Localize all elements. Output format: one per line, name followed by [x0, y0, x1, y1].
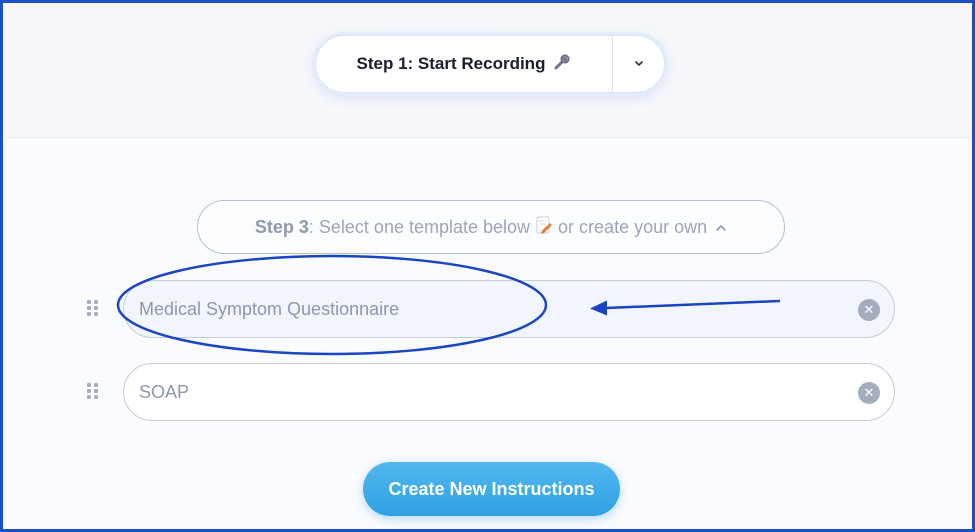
template-item-medical-symptom-questionnaire[interactable]: Medical Symptom Questionnaire ✕ — [123, 280, 895, 338]
drag-handle-icon[interactable] — [87, 383, 101, 399]
chevron-down-icon — [634, 57, 644, 71]
start-recording-label: Step 1: Start Recording — [356, 54, 546, 73]
record-split-button: Step 1: Start Recording — [315, 35, 665, 93]
memo-icon — [536, 216, 553, 239]
start-recording-button[interactable]: Step 1: Start Recording — [316, 36, 612, 92]
create-new-instructions-button[interactable]: Create New Instructions — [363, 462, 620, 516]
step-number: Step 3 — [254, 216, 309, 237]
close-icon[interactable]: ✕ — [858, 382, 880, 404]
step-suffix: or create your own — [558, 216, 708, 237]
template-name: SOAP — [139, 381, 190, 402]
template-item-soap[interactable]: SOAP ✕ — [123, 363, 895, 421]
drag-handle-icon[interactable] — [87, 300, 101, 316]
microphone-icon — [553, 53, 571, 76]
template-picker-toggle[interactable]: Step 3 : Select one template below or cr… — [197, 200, 785, 254]
screenshot-frame: Step 1: Start Recording Step 3 : Select … — [0, 0, 975, 532]
recording-options-toggle[interactable] — [613, 36, 664, 92]
step-instruction: : Select one template below — [308, 216, 531, 237]
close-icon[interactable]: ✕ — [858, 299, 880, 321]
chevron-up-icon — [715, 219, 727, 235]
template-name: Medical Symptom Questionnaire — [139, 298, 400, 319]
